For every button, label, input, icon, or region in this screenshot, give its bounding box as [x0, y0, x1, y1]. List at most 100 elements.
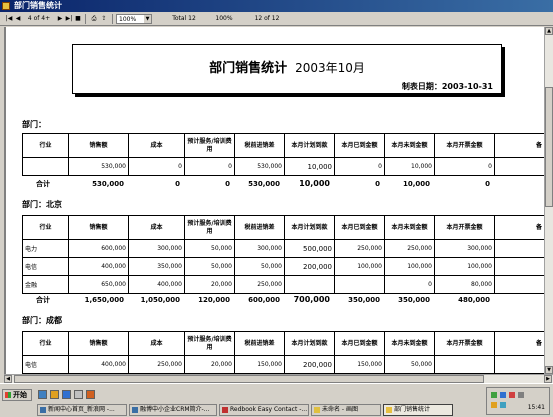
table-cell: 电力 [22, 239, 69, 258]
prev-page-icon[interactable]: ◀ [14, 13, 22, 25]
column-header: 行业 [22, 331, 69, 356]
toolbar-divider [112, 13, 113, 24]
column-header: 本月计划到款 [284, 133, 335, 158]
window-title: 部门销售统计 [14, 1, 62, 10]
table-cell: 100,000 [334, 257, 385, 276]
total-cell: 120,000 [198, 296, 230, 304]
column-header: 本月已到金额 [334, 331, 385, 356]
report-header: 部门销售统计 2003年10月 制表日期：2003-10-31 [72, 44, 502, 94]
column-header: 预计服务/培训费用 [184, 331, 235, 356]
table-cell: 500,000 [284, 239, 335, 258]
report-page: 部门销售统计 2003年10月 制表日期：2003-10-31 部门： 行业 销售… [6, 27, 544, 374]
zoom-select[interactable]: 100% ▼ [116, 13, 152, 24]
taskbar-button[interactable]: 未命名 - 画图 [311, 404, 381, 416]
network-icon[interactable] [500, 402, 506, 408]
taskbar-button-label: 融博中小企业CRM简介-... [140, 406, 210, 413]
total-cell: 10,000 [402, 180, 430, 188]
paint-icon [314, 407, 320, 413]
print-icon[interactable]: ⎙ [89, 13, 99, 25]
scroll-up-icon[interactable]: ▲ [545, 27, 553, 35]
total-cell: 350,000 [348, 296, 380, 304]
table-cell: 10,000 [384, 157, 435, 176]
report-title-text: 部门销售统计 [209, 61, 288, 76]
table-row: 电信 400,000 250,000 20,000 150,000 200,00… [22, 355, 544, 374]
total-row: 合计 530,000 0 0 530,000 10,000 0 10,000 0 [22, 179, 494, 189]
table-cell: 400,000 [128, 275, 185, 294]
tray-icon[interactable] [491, 392, 497, 398]
total-cell: 10,000 [299, 179, 330, 188]
viewer-toolbar: |◀ ◀ 4 of 4+ ▶ ▶| ■ ⎙ ⇪ 100% ▼ Total 12 … [0, 12, 553, 26]
table-cell: 530,000 [234, 157, 285, 176]
report-table: 行业 销售额 成本 预计服务/培训费用 税前进销差 本月计划到款 本月已到金额 … [22, 133, 544, 176]
column-header: 本月计划到款 [284, 215, 335, 240]
table-cell [334, 275, 385, 294]
system-tray: 15:41 [486, 387, 550, 415]
table-cell: 400,000 [68, 257, 129, 276]
start-button[interactable]: 开始 [2, 389, 32, 401]
taskbar-button-label: 新闻中心首页_新浪网 -... [48, 406, 115, 413]
column-header: 税前进销差 [234, 133, 285, 158]
column-header: 行业 [22, 133, 69, 158]
page-indicator: 4 of 4+ [27, 14, 51, 22]
taskbar-button[interactable]: Redbook Easy Contact -... [219, 404, 309, 416]
clock[interactable]: 15:41 [528, 404, 545, 411]
table-cell: 50,000 [384, 355, 435, 374]
table-cell [494, 275, 544, 294]
table-cell: 0 [184, 157, 235, 176]
table-cell: 80,000 [434, 275, 495, 294]
section-label: 部门： [22, 120, 46, 129]
mail-icon[interactable] [74, 390, 83, 399]
column-header: 销售额 [68, 215, 129, 240]
table-cell: 650,000 [68, 275, 129, 294]
tray-icon[interactable] [491, 402, 497, 408]
report-viewport[interactable]: 部门销售统计 2003年10月 制表日期：2003-10-31 部门： 行业 销售… [4, 27, 544, 374]
column-header: 预计服务/培训费用 [184, 215, 235, 240]
column-header: 成本 [128, 331, 185, 356]
table-cell: 200,000 [284, 257, 335, 276]
table-cell [22, 157, 69, 176]
table-cell [494, 257, 544, 276]
report-month: 2003年10月 [295, 61, 365, 75]
stop-icon[interactable]: ■ [74, 13, 82, 25]
column-header: 销售额 [68, 331, 129, 356]
taskbar-button[interactable]: 融博中小企业CRM简介-... [129, 404, 217, 416]
total-cell: 1,050,000 [140, 296, 180, 304]
record-range: 12 of 12 [254, 14, 280, 22]
scroll-right-icon[interactable]: ▶ [544, 375, 552, 383]
scroll-thumb[interactable] [545, 87, 553, 207]
table-cell [494, 157, 544, 176]
total-row: 合计 1,650,000 1,050,000 120,000 600,000 7… [22, 295, 494, 305]
total-cell: 700,000 [293, 295, 330, 304]
first-page-icon[interactable]: |◀ [4, 13, 14, 25]
window-titlebar[interactable]: 部门销售统计 [0, 0, 553, 12]
tray-icon[interactable] [509, 392, 515, 398]
column-header: 本月计划到款 [284, 331, 335, 356]
next-page-icon[interactable]: ▶ [56, 13, 64, 25]
taskbar-button[interactable]: 新闻中心首页_新浪网 -... [37, 404, 127, 416]
total-records: Total 12 [172, 14, 196, 22]
ie-icon[interactable] [62, 390, 71, 399]
column-header: 销售额 [68, 133, 129, 158]
scroll-down-icon[interactable]: ▼ [545, 366, 553, 374]
media-icon[interactable] [86, 390, 95, 399]
section-label: 部门：成都 [22, 316, 62, 325]
column-header: 本月未到金额 [384, 331, 435, 356]
total-cell: 350,000 [398, 296, 430, 304]
scroll-thumb[interactable] [14, 375, 484, 383]
table-cell: 150,000 [334, 355, 385, 374]
total-cell: 0 [485, 180, 490, 188]
folder-icon[interactable] [50, 390, 59, 399]
scroll-left-icon[interactable]: ◀ [4, 375, 12, 383]
ie-icon [132, 407, 138, 413]
volume-icon[interactable] [518, 392, 524, 398]
desktop-icon[interactable] [38, 390, 47, 399]
percent-read: 100% [215, 14, 233, 22]
vertical-scrollbar[interactable]: ▲ ▼ [544, 27, 553, 374]
table-cell: 250,000 [234, 275, 285, 294]
tray-icon[interactable] [500, 392, 506, 398]
horizontal-scrollbar[interactable]: ◀ ▶ [4, 374, 553, 383]
export-icon[interactable]: ⇪ [99, 13, 109, 25]
last-page-icon[interactable]: ▶| [64, 13, 74, 25]
taskbar-button-active[interactable]: 部门销售统计 [383, 404, 453, 416]
taskbar-button-label: Redbook Easy Contact -... [230, 406, 308, 413]
